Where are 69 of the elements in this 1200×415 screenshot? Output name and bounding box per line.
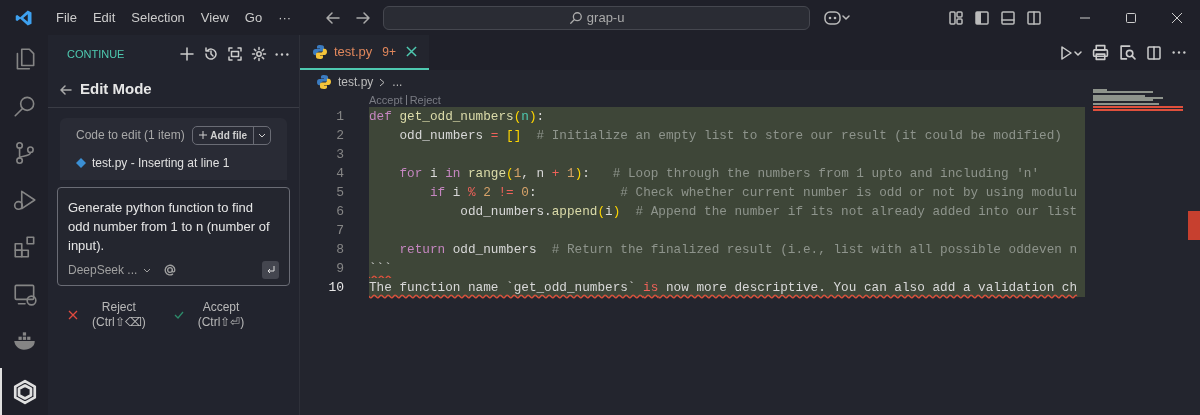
search-icon	[568, 10, 583, 25]
reject-button[interactable]: Reject (Ctrl⇧⌫)	[68, 300, 146, 330]
line-number: 4	[335, 164, 344, 183]
close-icon	[406, 46, 417, 57]
sidebar-panel-icon	[974, 9, 990, 26]
line-number: 5	[335, 183, 344, 202]
prompt-text: Generate python function to find odd number from 1 to n (number of input).	[68, 199, 271, 255]
line-number: 2	[335, 126, 344, 145]
close-icon	[68, 310, 78, 320]
app-logo-icon	[15, 8, 33, 27]
robot-icon	[824, 9, 851, 26]
breadcrumb-item[interactable]: ...	[392, 73, 403, 91]
python-icon	[312, 43, 328, 60]
menu-item[interactable]: Selection	[123, 5, 193, 30]
chevron-down-icon	[143, 266, 152, 274]
menu-item[interactable]: Go	[236, 5, 271, 30]
back-arrow-icon	[325, 9, 342, 26]
line-number: 10	[327, 278, 344, 297]
plus-icon	[179, 46, 195, 62]
editor-tab[interactable]: test.py 9+	[300, 35, 429, 70]
bottom-panel-icon	[1000, 9, 1016, 26]
printer-icon	[1092, 44, 1109, 61]
codelens-link[interactable]: Reject	[409, 91, 441, 109]
magnifier-document-icon	[1119, 44, 1136, 61]
expand-frame-icon	[227, 46, 243, 62]
maximize-icon	[1125, 11, 1137, 24]
breadcrumb-item[interactable]: test.py	[338, 73, 374, 91]
back-arrow-icon	[60, 83, 72, 96]
plus-icon	[199, 131, 208, 139]
model-selector[interactable]: DeepSeek ...	[68, 261, 152, 279]
settings-icon	[251, 46, 267, 62]
python-icon	[316, 74, 332, 90]
more-icon	[275, 52, 289, 56]
accept-button[interactable]: Accept (Ctrl⇧⏎)	[173, 300, 245, 330]
hexagon-ring-icon	[12, 378, 38, 405]
run-icon	[1060, 44, 1082, 61]
command-search-field[interactable]: grap-u	[383, 5, 811, 30]
history-icon	[203, 46, 219, 62]
prompt-input-box[interactable]: Generate python function to find odd number from 1 to n (number of input). DeepSeek ...	[57, 187, 290, 286]
forward-arrow-icon	[355, 9, 372, 26]
submit-button[interactable]	[262, 261, 279, 279]
line-number: 9	[335, 259, 344, 278]
line-number: 1	[335, 107, 344, 126]
section-label: Code to edit (1 item)	[76, 127, 185, 144]
at-sign-icon	[163, 263, 178, 277]
split-panel-icon	[1026, 9, 1042, 26]
chevron-right-icon	[379, 77, 387, 87]
panel-heading: Edit Mode	[80, 79, 152, 100]
close-icon	[1171, 11, 1183, 24]
scrollbar-error-marker	[1188, 211, 1200, 240]
menu-item[interactable]: ···	[270, 5, 300, 30]
menu-item[interactable]: Edit	[84, 5, 124, 30]
line-number: 3	[335, 145, 344, 164]
codelens-link[interactable]: Accept	[369, 91, 403, 109]
chevron-down-icon	[258, 131, 266, 139]
file-icon	[76, 158, 86, 168]
split-editor-icon	[1146, 44, 1162, 61]
panel-title: CONTINUE	[67, 46, 125, 62]
line-number: 6	[335, 202, 344, 221]
file-entry[interactable]: test.py - Inserting at line 1	[92, 154, 230, 172]
more-icon	[1172, 51, 1186, 54]
menu-item[interactable]: View	[192, 5, 237, 30]
line-number: 7	[335, 221, 344, 240]
menu-item[interactable]: File	[48, 5, 85, 30]
layout-icon	[948, 9, 964, 26]
check-icon	[173, 310, 184, 320]
enter-icon	[265, 265, 276, 275]
line-number: 8	[335, 240, 344, 259]
back-button[interactable]	[60, 83, 72, 96]
